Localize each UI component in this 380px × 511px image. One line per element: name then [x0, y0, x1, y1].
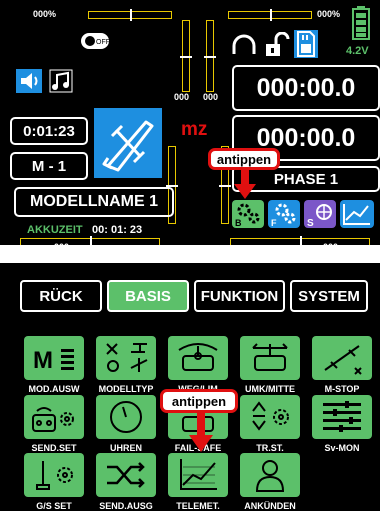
tile-sv-mon[interactable] [312, 395, 372, 439]
timer-top[interactable]: 000:00.0 [232, 65, 380, 111]
trim-percent-left: 000% [33, 9, 57, 19]
announcement-icon [255, 460, 285, 492]
telemetry-shortcut-icon[interactable] [340, 200, 374, 228]
tile-gs-set[interactable] [24, 453, 84, 497]
mode-code: mz [181, 119, 208, 140]
tile-label: Sv-MON [324, 443, 360, 453]
home-screen: 000% 000% 000 000 4.2V OFF 000:00.0 000:… [0, 0, 380, 245]
tile-telemet[interactable] [168, 453, 228, 497]
battery-time-label: AKKUZEIT [27, 224, 83, 236]
tile-label: UMK/MITTE [245, 384, 295, 394]
tab-funktion[interactable]: FUNKTION [194, 280, 285, 312]
down-arrow-icon [234, 170, 256, 199]
servo-monitor-icon [323, 401, 361, 432]
trim-bar-top-right [228, 9, 312, 21]
svg-text:F: F [271, 218, 277, 228]
pause-switch-icon[interactable]: OFF [80, 32, 110, 50]
svg-text:M: M [33, 347, 53, 374]
tile-tr-st[interactable] [240, 395, 300, 439]
model-select-icon: M [33, 347, 74, 374]
trim-value-right: 000 [203, 92, 219, 102]
battery-icon [351, 6, 371, 40]
airplane-icon[interactable] [94, 108, 162, 178]
tab-system[interactable]: SYSTEM [290, 280, 368, 312]
tab-basis[interactable]: BASIS [107, 280, 189, 312]
down-arrow-icon [189, 413, 213, 452]
servo-travel-icon [178, 343, 218, 371]
tile-label: M-STOP [324, 384, 360, 394]
battery-time-value: 00: 01: 23 [92, 224, 143, 236]
svg-text:OFF: OFF [96, 39, 110, 46]
trim-bar-vertical-right [204, 20, 216, 92]
basis-menu-screen: RÜCK BASIS FUNKTION SYSTEM M MOD.AUSW MO… [0, 263, 380, 511]
tile-label: MOD.AUSW [28, 384, 80, 394]
tile-label: SEND.SET [31, 443, 77, 453]
tile-ankuenden[interactable] [240, 453, 300, 497]
tile-label: SEND.AUSG [99, 501, 153, 511]
tile-umk-mitte[interactable] [240, 336, 300, 380]
motor-stop-icon [324, 345, 362, 375]
trim-value-left: 000 [174, 92, 190, 102]
trim-bar-top-left [88, 9, 172, 21]
system-menu-icon[interactable]: S [304, 200, 336, 228]
basic-menu-icon[interactable]: B [232, 200, 264, 228]
headphones-icon[interactable] [230, 32, 258, 58]
battery-voltage: 4.2V [346, 45, 369, 57]
tile-send-ausg[interactable] [96, 453, 156, 497]
tile-label: MODELLTYP [98, 384, 154, 394]
speaker-icon[interactable] [16, 69, 42, 93]
stick-settings-icon [36, 461, 73, 490]
svg-text:B: B [235, 218, 242, 228]
tap-callout: antippen [160, 389, 238, 413]
model-memory[interactable]: M - 1 [10, 152, 88, 180]
function-menu-icon[interactable]: F [268, 200, 300, 228]
tile-mod-ausw[interactable]: M [24, 336, 84, 380]
model-type-icon [106, 343, 148, 372]
trim-step-icon [252, 401, 289, 431]
tile-m-stop[interactable] [312, 336, 372, 380]
lock-icon[interactable] [262, 31, 290, 58]
telemetry-icon [180, 459, 217, 490]
tile-modelltyp[interactable] [96, 336, 156, 380]
tile-label: G/S SET [36, 501, 72, 511]
tile-label: ANKÜNDEN [244, 501, 296, 511]
trim-value-bottom-left: 000 [54, 242, 69, 245]
trim-percent-right: 000% [317, 9, 341, 19]
sd-card-icon[interactable] [294, 30, 318, 58]
tile-label: TELEMET. [176, 501, 220, 511]
tab-back[interactable]: RÜCK [20, 280, 102, 312]
trim-bar-vertical-left [180, 20, 192, 92]
trim-bar-bottom-h-left [20, 236, 160, 245]
tile-weg-lim[interactable] [168, 336, 228, 380]
servo-reverse-icon [252, 343, 288, 371]
transmitter-output-icon [107, 462, 145, 488]
svg-text:S: S [307, 218, 314, 228]
tile-send-set[interactable] [24, 395, 84, 439]
tile-label: UHREN [109, 443, 142, 453]
tile-uhren[interactable] [96, 395, 156, 439]
tile-label: TR.ST. [256, 443, 284, 453]
model-time[interactable]: 0:01:23 [10, 117, 88, 145]
clock-icon [110, 401, 142, 433]
transmitter-settings-icon [32, 407, 74, 432]
trim-bar-bottom-h-right [230, 236, 370, 245]
music-icon[interactable] [48, 69, 74, 93]
model-name[interactable]: MODELLNAME 1 [14, 187, 174, 217]
trim-value-bottom-right: 000 [323, 242, 338, 245]
tap-callout: antippen [208, 148, 280, 170]
